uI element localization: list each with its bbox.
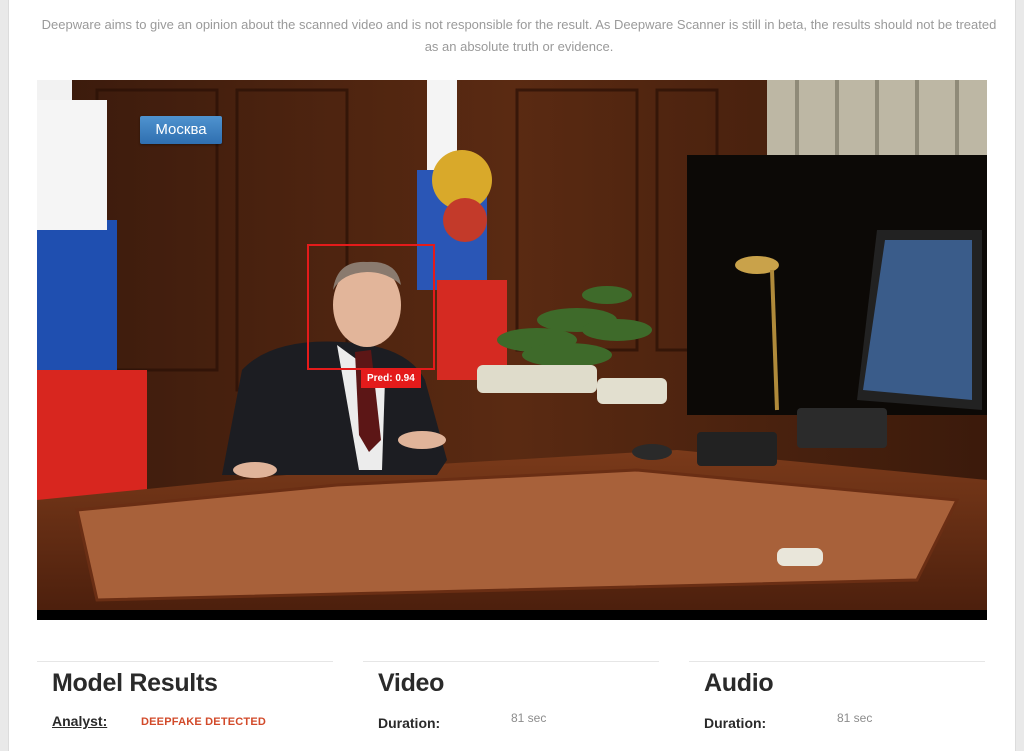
channel-logo-tag: Москва <box>140 116 222 144</box>
face-detection-box <box>307 244 435 370</box>
audio-duration-row: Duration: 81 sec <box>689 709 985 735</box>
audio-info-panel: Audio Duration: 81 sec <box>689 661 985 735</box>
results-card: Deepware aims to give an opinion about t… <box>8 0 1016 751</box>
analyst-label: Analyst: <box>52 713 108 729</box>
video-frame[interactable]: Москва Pred: 0.94 <box>37 80 987 620</box>
divider <box>37 661 333 662</box>
video-duration-row: Duration: 81 sec <box>363 709 659 735</box>
analyst-status: DEEPFAKE DETECTED <box>141 716 267 728</box>
prediction-score-label: Pred: 0.94 <box>361 370 421 388</box>
analyst-row: Analyst: DEEPFAKE DETECTED <box>37 709 333 735</box>
divider <box>363 661 659 662</box>
video-scene-image <box>37 80 987 620</box>
audio-duration-label: Duration: <box>704 715 767 731</box>
video-duration-label: Duration: <box>378 715 441 731</box>
model-results-title: Model Results <box>52 669 218 697</box>
video-info-panel: Video Duration: 81 sec <box>363 661 659 735</box>
video-info-title: Video <box>378 669 445 697</box>
audio-info-title: Audio <box>704 669 774 697</box>
audio-duration-value: 81 sec <box>837 711 873 725</box>
model-results-panel: Model Results Analyst: DEEPFAKE DETECTED <box>37 661 333 735</box>
disclaimer-text: Deepware aims to give an opinion about t… <box>41 17 997 54</box>
video-duration-value: 81 sec <box>511 711 547 725</box>
divider <box>689 661 985 662</box>
